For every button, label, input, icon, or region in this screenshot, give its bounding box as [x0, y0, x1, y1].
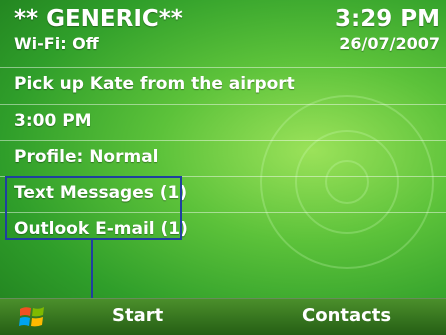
start-softkey[interactable]: Start — [112, 305, 163, 326]
operator-name: ** GENERIC** — [14, 6, 183, 32]
callout-highlight-box — [5, 176, 182, 240]
appointment-time-row[interactable]: 3:00 PM — [0, 104, 446, 141]
softkey-bar: Start Contacts — [0, 298, 446, 335]
clock-time[interactable]: 3:29 PM — [335, 6, 440, 32]
appointment-time: 3:00 PM — [14, 111, 92, 131]
today-screen: ** GENERIC** Wi-Fi: Off 3:29 PM 26/07/20… — [0, 0, 446, 335]
profile-row[interactable]: Profile: Normal — [0, 140, 446, 177]
appointment-subject: Pick up Kate from the airport — [14, 74, 295, 94]
windows-logo-icon[interactable] — [18, 304, 46, 330]
contacts-softkey[interactable]: Contacts — [302, 305, 391, 326]
profile-label: Profile: Normal — [14, 147, 159, 167]
wifi-status[interactable]: Wi-Fi: Off — [14, 34, 99, 53]
clock-date: 26/07/2007 — [339, 34, 440, 53]
appointment-subject-row[interactable]: Pick up Kate from the airport — [0, 67, 446, 104]
